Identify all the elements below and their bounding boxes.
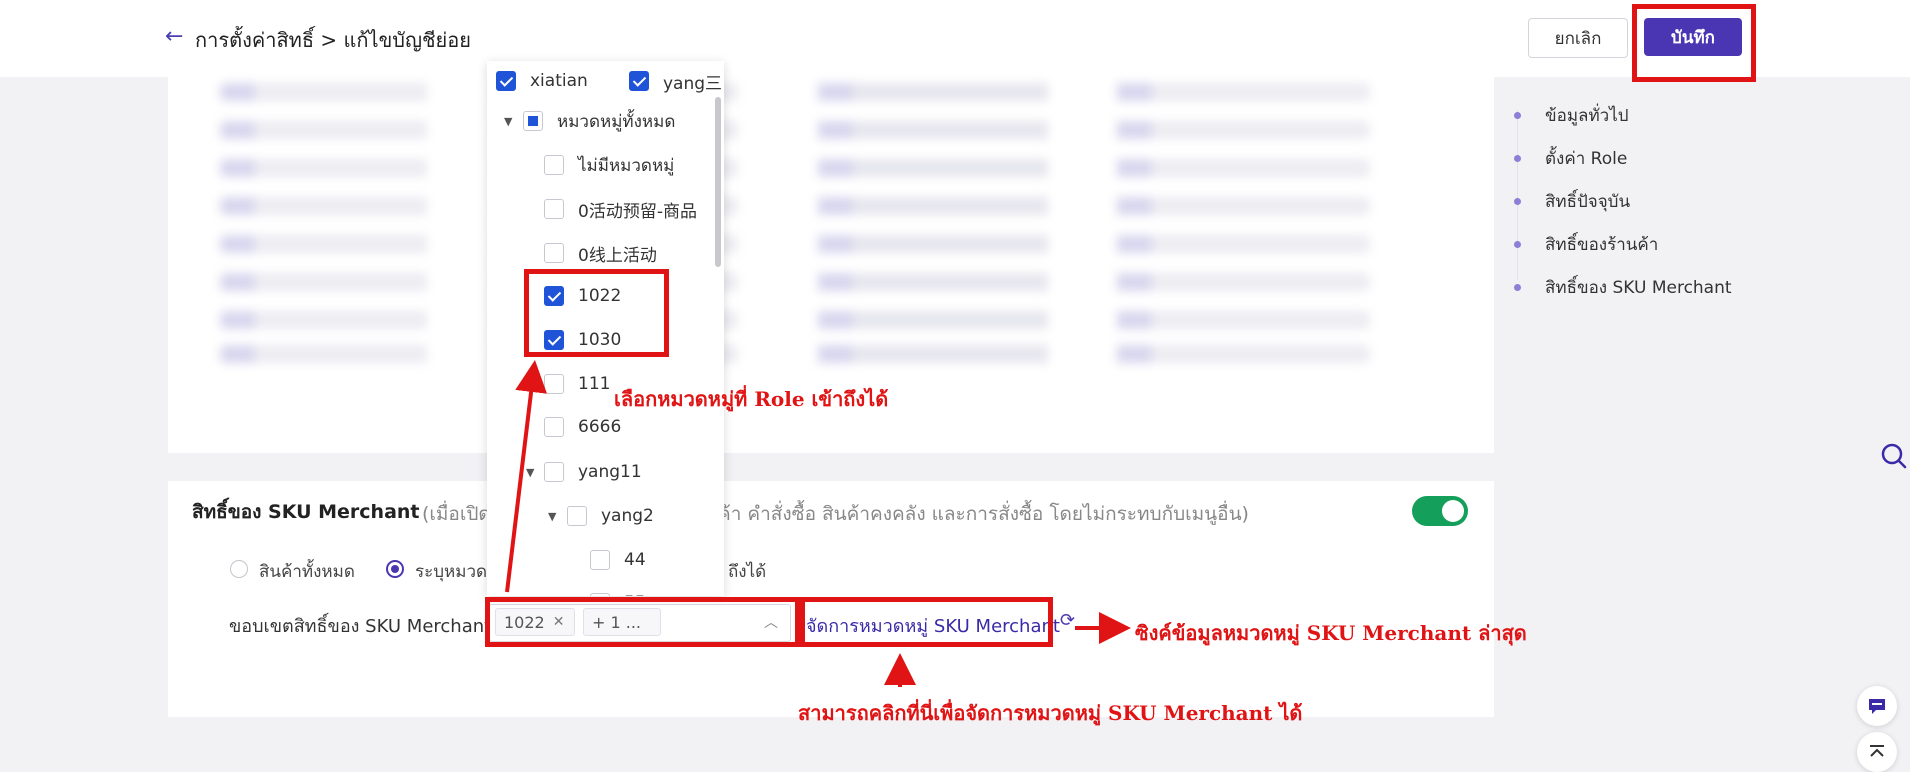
anchor-item-sku-merchant[interactable]: สิทธิ์ของ SKU Merchant <box>1514 266 1894 309</box>
tree-item-yang11[interactable]: yang11 <box>544 460 642 484</box>
annotation-sync-latest: ซิงค์ข้อมูลหมวดหมู่ SKU Merchant ล่าสุด <box>1135 621 1527 645</box>
tree-item-partial-1[interactable]: xiatian <box>496 69 588 93</box>
anchor-item-label: สิทธิ์ปัจจุบัน <box>1545 192 1631 212</box>
highlight-select-box <box>485 597 800 647</box>
anchor-dot-icon <box>1514 241 1521 248</box>
annotation-select-category: เลือกหมวดหมู่ที่ Role เข้าถึงได้ <box>614 387 889 411</box>
back-arrow-icon[interactable]: ← <box>165 24 183 49</box>
tree-item-111[interactable]: 111 <box>544 372 610 396</box>
radio-specific-category[interactable] <box>386 560 404 578</box>
anchor-dot-icon <box>1514 112 1521 119</box>
highlight-manage-link <box>800 597 1053 647</box>
breadcrumb: การตั้งค่าสิทธิ์ > แก้ไขบัญชีย่อย <box>195 28 472 52</box>
anchor-item-label: ตั้งค่า Role <box>1545 149 1628 169</box>
tree-item-online-activity[interactable]: 0线上活动 <box>544 241 657 266</box>
blurred-permission-content <box>220 75 1370 375</box>
page-header: ← การตั้งค่าสิทธิ์ > แก้ไขบัญชีย่อย ยกเล… <box>0 0 1910 77</box>
checkbox[interactable] <box>629 71 649 91</box>
tree-item-yang2[interactable]: yang2 <box>567 504 654 528</box>
annotation-click-manage: สามารถคลิกที่นี่เพื่อจัดการหมวดหมู่ SKU … <box>798 701 1303 725</box>
checkbox[interactable] <box>544 155 564 175</box>
anchor-item-general[interactable]: ข้อมูลทั่วไป <box>1514 94 1894 137</box>
arrow-up-icon <box>1870 745 1884 757</box>
anchor-dot-icon <box>1514 284 1521 291</box>
caret-down-icon[interactable]: ▼ <box>504 115 512 128</box>
cancel-button[interactable]: ยกเลิก <box>1528 18 1628 58</box>
checkbox[interactable] <box>544 462 564 482</box>
caret-down-icon[interactable]: ▼ <box>548 510 556 523</box>
tree-item-all-categories[interactable]: หมวดหมู่ทั้งหมด <box>523 109 675 133</box>
tree-item-label: หมวดหมู่ทั้งหมด <box>557 111 676 132</box>
radio-specific-category-tail: ถึงได้ <box>728 562 767 582</box>
anchor-item-label: สิทธิ์ของร้านค้า <box>1545 235 1659 255</box>
checkbox[interactable] <box>544 199 564 219</box>
checkbox[interactable] <box>567 506 587 526</box>
highlight-checked-items <box>524 269 669 357</box>
tree-item-55[interactable]: 55 <box>590 591 646 596</box>
sku-section-desc-suffix: ค้า คำสั่งซื้อ สินค้าคงคลัง และการสั่งซื… <box>718 503 1249 525</box>
back-to-top-button[interactable] <box>1857 732 1897 772</box>
tree-item-label: ไม่มีหมวดหมู่ <box>578 155 675 176</box>
anchor-item-role[interactable]: ตั้งค่า Role <box>1514 137 1894 180</box>
caret-down-icon[interactable]: ▼ <box>526 466 534 479</box>
checkbox[interactable] <box>544 417 564 437</box>
tree-item-label: 44 <box>624 550 646 570</box>
sync-icon[interactable]: ⟳ <box>1060 610 1075 631</box>
checkbox[interactable] <box>496 71 516 91</box>
anchor-item-label: ข้อมูลทั่วไป <box>1545 106 1629 126</box>
checkbox[interactable] <box>544 374 564 394</box>
anchor-item-current[interactable]: สิทธิ์ปัจจุบัน <box>1514 180 1894 223</box>
chat-support-button[interactable] <box>1857 686 1897 726</box>
checkbox[interactable] <box>544 243 564 263</box>
tree-item-label: 111 <box>578 374 611 394</box>
tree-item-label: 55 <box>624 593 646 596</box>
checkbox[interactable] <box>590 593 610 596</box>
tree-item-label: xiatian <box>530 71 588 91</box>
tree-item-label: 6666 <box>578 417 622 437</box>
tree-item-label: yang11 <box>578 462 642 482</box>
anchor-dot-icon <box>1514 198 1521 205</box>
checkbox[interactable] <box>523 111 543 131</box>
highlight-save-button <box>1632 4 1756 82</box>
tree-item-label: 0活动预留-商品 <box>578 201 697 222</box>
anchor-item-store[interactable]: สิทธิ์ของร้านค้า <box>1514 223 1894 266</box>
tree-item-6666[interactable]: 6666 <box>544 415 621 439</box>
sku-permission-toggle[interactable] <box>1412 496 1468 526</box>
anchor-dot-icon <box>1514 155 1521 162</box>
tree-item-label: yang三 <box>663 73 723 94</box>
dropdown-scrollbar[interactable] <box>715 97 721 267</box>
toggle-knob <box>1442 500 1464 522</box>
chat-icon <box>1869 699 1885 714</box>
tree-item-activity-reserve[interactable]: 0活动预留-商品 <box>544 197 697 222</box>
tree-item-no-category[interactable]: ไม่มีหมวดหมู่ <box>544 153 674 177</box>
anchor-nav: ข้อมูลทั่วไป ตั้งค่า Role สิทธิ์ปัจจุบัน… <box>1514 94 1894 309</box>
tree-item-label: yang2 <box>601 506 654 526</box>
radio-all-products[interactable] <box>230 560 248 578</box>
anchor-item-label: สิทธิ์ของ SKU Merchant <box>1545 278 1732 298</box>
sku-section-desc-prefix: (เมื่อเปิด <box>422 503 491 525</box>
checkbox[interactable] <box>590 550 610 570</box>
radio-all-products-label: สินค้าทั้งหมด <box>259 562 355 582</box>
search-icon[interactable] <box>1880 442 1908 470</box>
sku-section-title: สิทธิ์ของ SKU Merchant <box>192 501 420 523</box>
tree-item-44[interactable]: 44 <box>590 548 646 572</box>
tree-item-partial-2[interactable]: yang三 <box>629 69 723 94</box>
sku-scope-label: ขอบเขตสิทธิ์ของ SKU Merchant: <box>229 616 498 637</box>
tree-item-label: 0线上活动 <box>578 245 657 266</box>
radio-specific-category-label: ระบุหมวด <box>415 562 488 582</box>
